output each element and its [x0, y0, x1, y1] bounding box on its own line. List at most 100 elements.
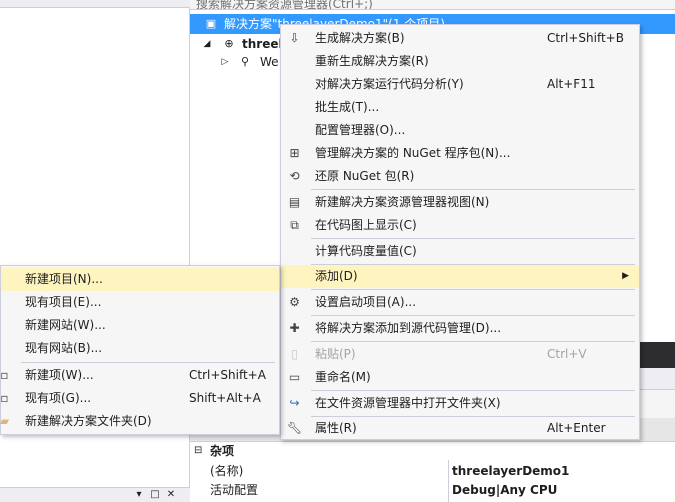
child-label: We: [260, 55, 279, 69]
submenu-item-existing-item[interactable]: ▫ 现有项(G)... Shift+Alt+A: [0, 387, 279, 410]
menu-item-rename[interactable]: ▭ 重命名(M): [281, 366, 639, 389]
menu-separator: [311, 315, 635, 316]
collapse-arrow-icon[interactable]: ▷: [218, 55, 232, 69]
new-item-icon: ▫: [0, 368, 9, 382]
submenu-item-new-project[interactable]: 新建项目(N)...: [1, 268, 279, 291]
build-icon: ⇩: [289, 31, 300, 45]
paste-icon: ▯: [291, 347, 298, 361]
menu-item-new-explorer-view[interactable]: ▤ 新建解决方案资源管理器视图(N): [281, 191, 639, 214]
menu-item-label: 属性(R): [315, 421, 357, 435]
globe-icon: ⊕: [224, 37, 234, 50]
menu-item-label: 新建网站(W)...: [25, 318, 106, 332]
nuget-icon: ⊞: [289, 146, 300, 160]
rename-icon: ▭: [288, 370, 301, 384]
properties-grid: ⊟ 杂项 (名称) threelayerDemo1 活动配置 Debug|Any…: [190, 442, 675, 502]
menu-item-shortcut: Ctrl+Shift+B: [547, 31, 624, 45]
code-map-icon: ⧉: [290, 218, 299, 232]
restore-icon[interactable]: □: [148, 487, 162, 502]
menu-item-configuration-manager[interactable]: 配置管理器(O)...: [281, 119, 639, 142]
menu-separator: [311, 390, 635, 391]
menu-item-label: 生成解决方案(B): [315, 31, 405, 45]
property-key: 活动配置: [210, 483, 259, 497]
properties-category[interactable]: ⊟ 杂项: [190, 442, 675, 460]
menu-item-add-to-source-control[interactable]: ✚ 将解决方案添加到源代码管理(D)...: [281, 317, 639, 340]
dropdown-icon[interactable]: ▾: [132, 487, 146, 502]
property-value: threelayerDemo1: [452, 464, 570, 478]
submenu-item-new-website[interactable]: 新建网站(W)...: [1, 314, 279, 337]
wrench-icon: 🔧︎: [287, 421, 303, 435]
close-icon[interactable]: ✕: [164, 487, 178, 502]
menu-item-shortcut: Ctrl+V: [547, 347, 587, 361]
menu-item-code-metrics[interactable]: 计算代码度量值(C): [281, 240, 639, 263]
solution-icon: ▣: [205, 17, 217, 30]
menu-item-label: 现有项(G)...: [25, 391, 92, 405]
menu-item-label: 计算代码度量值(C): [315, 244, 417, 258]
menu-item-paste[interactable]: ▯ 粘贴(P) Ctrl+V: [281, 343, 639, 366]
submenu-arrow-icon: ▶: [622, 271, 629, 281]
menu-item-label: 现有项目(E)...: [25, 295, 102, 309]
search-placeholder: 搜索解决方案资源管理器(Ctrl+;): [196, 0, 373, 10]
menu-item-restore-nuget[interactable]: ⟲ 还原 NuGet 包(R): [281, 165, 639, 188]
menu-item-label: 粘贴(P): [315, 347, 356, 361]
menu-item-label: 新建解决方案资源管理器视图(N): [315, 195, 490, 209]
menu-item-label: 管理解决方案的 NuGet 程序包(N)...: [315, 146, 511, 160]
menu-item-shortcut: Alt+F11: [547, 77, 596, 91]
menu-item-open-in-explorer[interactable]: ↪ 在文件资源管理器中打开文件夹(X): [281, 392, 639, 415]
submenu-item-new-item[interactable]: ▫ 新建项(W)... Ctrl+Shift+A: [0, 364, 279, 387]
menu-separator: [311, 341, 635, 342]
property-value: Debug|Any CPU: [452, 483, 558, 497]
restore-icon: ⟲: [289, 169, 300, 183]
menu-item-rebuild-solution[interactable]: 重新生成解决方案(R): [281, 50, 639, 73]
menu-separator: [21, 362, 275, 363]
existing-item-icon: ▫: [0, 391, 9, 405]
gear-icon: ⚙: [289, 295, 300, 309]
submenu-item-existing-website[interactable]: 现有网站(B)...: [1, 337, 279, 360]
menu-item-set-startup-projects[interactable]: ⚙ 设置启动项目(A)...: [281, 291, 639, 314]
menu-item-label: 设置启动项目(A)...: [315, 295, 417, 309]
menu-item-run-code-analysis[interactable]: 对解决方案运行代码分析(Y) Alt+F11: [281, 73, 639, 96]
solution-context-menu: ⇩ 生成解决方案(B) Ctrl+Shift+B 重新生成解决方案(R) 对解决…: [280, 24, 640, 440]
menu-item-shortcut: Alt+Enter: [547, 421, 606, 435]
menu-item-label: 新建项目(N)...: [25, 272, 103, 286]
menu-item-label: 还原 NuGet 包(R): [315, 169, 415, 183]
menu-item-label: 现有网站(B)...: [25, 341, 103, 355]
search-input[interactable]: 搜索解决方案资源管理器(Ctrl+;): [190, 0, 675, 10]
menu-item-label: 配置管理器(O)...: [315, 123, 406, 137]
collapse-category-icon[interactable]: ⊟: [194, 442, 202, 460]
menu-separator: [311, 289, 635, 290]
category-label: 杂项: [210, 444, 235, 458]
menu-item-label: 添加(D): [315, 269, 358, 283]
menu-item-properties[interactable]: 🔧︎ 属性(R) Alt+Enter: [281, 417, 639, 440]
menu-separator: [311, 238, 635, 239]
property-key: (名称): [210, 464, 244, 478]
expand-arrow-icon[interactable]: ◢: [200, 37, 214, 51]
menu-separator: [311, 189, 635, 190]
menu-item-batch-build[interactable]: 批生成(T)...: [281, 96, 639, 119]
menu-item-build-solution[interactable]: ⇩ 生成解决方案(B) Ctrl+Shift+B: [281, 27, 639, 50]
property-divider: [448, 460, 449, 502]
submenu-item-new-solution-folder[interactable]: ▰ 新建解决方案文件夹(D): [0, 410, 279, 433]
menu-item-show-on-code-map[interactable]: ⧉ 在代码图上显示(C): [281, 214, 639, 237]
menu-item-manage-nuget[interactable]: ⊞ 管理解决方案的 NuGet 程序包(N)...: [281, 142, 639, 165]
submenu-item-existing-project[interactable]: 现有项目(E)...: [1, 291, 279, 314]
property-row[interactable]: 活动配置 Debug|Any CPU: [190, 481, 675, 499]
menu-item-label: 将解决方案添加到源代码管理(D)...: [315, 321, 502, 335]
project-label: threel: [242, 37, 283, 51]
menu-item-label: 在文件资源管理器中打开文件夹(X): [315, 396, 501, 410]
source-control-icon: ✚: [289, 321, 300, 335]
add-submenu: 新建项目(N)... 现有项目(E)... 新建网站(W)... 现有网站(B)…: [0, 265, 280, 435]
menu-item-label: 新建解决方案文件夹(D): [25, 414, 152, 428]
web-reference-icon: ⚲: [240, 55, 250, 68]
menu-item-label: 新建项(W)...: [25, 368, 94, 382]
new-view-icon: ▤: [288, 195, 301, 209]
property-row[interactable]: (名称) threelayerDemo1: [190, 462, 675, 480]
menu-item-label: 批生成(T)...: [315, 100, 380, 114]
menu-item-shortcut: Ctrl+Shift+A: [189, 368, 266, 382]
menu-item-label: 重命名(M): [315, 370, 371, 384]
menu-item-shortcut: Shift+Alt+A: [189, 391, 261, 405]
menu-item-add[interactable]: 添加(D) ▶: [281, 265, 639, 288]
left-pane-toolbar: [0, 0, 190, 8]
menu-item-label: 对解决方案运行代码分析(Y): [315, 77, 464, 91]
menu-item-label: 重新生成解决方案(R): [315, 54, 429, 68]
folder-icon: ▰: [0, 414, 10, 428]
